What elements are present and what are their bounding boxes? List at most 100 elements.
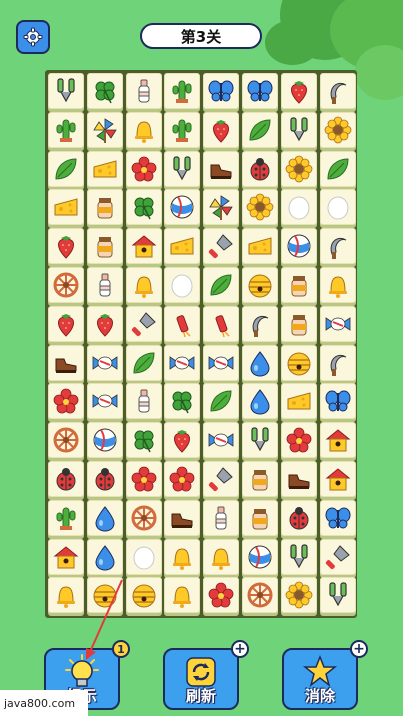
tile-bell[interactable] — [164, 577, 201, 614]
tile-cheese[interactable] — [164, 228, 201, 265]
tile-drop[interactable] — [86, 499, 123, 536]
tile-cactus[interactable] — [164, 73, 201, 109]
tile-candy[interactable] — [319, 305, 356, 342]
tile-egg[interactable] — [164, 267, 201, 303]
tile-butterfly[interactable] — [319, 383, 356, 420]
tile-clover[interactable] — [86, 73, 123, 109]
tile-beehive[interactable] — [280, 344, 317, 381]
eliminate-plus-badge[interactable]: + — [350, 640, 368, 658]
settings-button[interactable] — [16, 20, 50, 54]
tile-drop[interactable] — [242, 344, 278, 381]
tile-ball[interactable] — [86, 422, 123, 459]
tile-jar[interactable] — [280, 267, 317, 303]
tile-egg[interactable] — [319, 189, 356, 226]
tile-leaf[interactable] — [242, 111, 278, 148]
tile-bell[interactable] — [125, 111, 162, 148]
tile-shoe[interactable] — [164, 499, 201, 536]
tile-drop[interactable] — [242, 383, 278, 420]
tile-trowel[interactable] — [125, 305, 162, 342]
tile-firework[interactable] — [203, 305, 240, 342]
tile-flower[interactable] — [125, 461, 162, 497]
tile-ladybug[interactable] — [280, 499, 317, 536]
tile-ball[interactable] — [280, 228, 317, 265]
tile-clover[interactable] — [125, 189, 162, 226]
tile-jar[interactable] — [86, 189, 123, 226]
tile-cheese[interactable] — [280, 383, 317, 420]
tile-strawberry[interactable] — [203, 111, 240, 148]
tile-wheel[interactable] — [125, 499, 162, 536]
tile-bell[interactable] — [125, 267, 162, 303]
tile-butterfly[interactable] — [242, 73, 278, 109]
tile-birdhouse[interactable] — [125, 228, 162, 265]
tile-bell[interactable] — [203, 538, 240, 575]
tile-beehive[interactable] — [242, 267, 278, 303]
tile-egg[interactable] — [125, 538, 162, 575]
tile-strawberry[interactable] — [280, 73, 317, 109]
tile-ladybug[interactable] — [86, 461, 123, 497]
tile-candy[interactable] — [203, 344, 240, 381]
tile-candy[interactable] — [86, 344, 123, 381]
tile-shoe[interactable] — [203, 150, 240, 187]
tile-leaf[interactable] — [203, 267, 240, 303]
tile-candy[interactable] — [86, 383, 123, 420]
tile-pliers[interactable] — [242, 422, 278, 459]
tile-wheel[interactable] — [48, 422, 84, 459]
tile-flower[interactable] — [280, 422, 317, 459]
tile-egg[interactable] — [280, 189, 317, 226]
tile-flower[interactable] — [203, 577, 240, 614]
tile-sunflower[interactable] — [280, 577, 317, 614]
tile-pinwheel[interactable] — [203, 189, 240, 226]
tile-sunflower[interactable] — [242, 189, 278, 226]
tile-ball[interactable] — [164, 189, 201, 226]
tile-pliers[interactable] — [319, 577, 356, 614]
tile-jar[interactable] — [86, 228, 123, 265]
tile-cactus[interactable] — [48, 111, 84, 148]
tile-sickle[interactable] — [319, 344, 356, 381]
tile-clover[interactable] — [125, 422, 162, 459]
tile-cactus[interactable] — [48, 499, 84, 536]
tile-bottle[interactable] — [125, 383, 162, 420]
tile-bell[interactable] — [48, 577, 84, 614]
tile-trowel[interactable] — [203, 461, 240, 497]
tile-bottle[interactable] — [86, 267, 123, 303]
tile-leaf[interactable] — [319, 150, 356, 187]
refresh-button[interactable]: 刷新 — [163, 648, 239, 710]
tile-bottle[interactable] — [203, 499, 240, 536]
tile-beehive[interactable] — [86, 577, 123, 614]
tile-sickle[interactable] — [319, 228, 356, 265]
tile-sunflower[interactable] — [280, 150, 317, 187]
tile-cheese[interactable] — [242, 228, 278, 265]
tile-shoe[interactable] — [48, 344, 84, 381]
tile-strawberry[interactable] — [164, 422, 201, 459]
tile-cheese[interactable] — [48, 189, 84, 226]
refresh-plus-badge[interactable]: + — [231, 640, 249, 658]
tile-sickle[interactable] — [242, 305, 278, 342]
tile-jar[interactable] — [242, 499, 278, 536]
tile-cheese[interactable] — [86, 150, 123, 187]
tile-ladybug[interactable] — [48, 461, 84, 497]
tile-pliers[interactable] — [280, 538, 317, 575]
tile-drop[interactable] — [86, 538, 123, 575]
tile-cactus[interactable] — [164, 111, 201, 148]
tile-bell[interactable] — [319, 267, 356, 303]
tile-jar[interactable] — [242, 461, 278, 497]
tile-leaf[interactable] — [203, 383, 240, 420]
tile-trowel[interactable] — [203, 228, 240, 265]
tile-ball[interactable] — [242, 538, 278, 575]
tile-candy[interactable] — [203, 422, 240, 459]
tile-pinwheel[interactable] — [86, 111, 123, 148]
tile-pliers[interactable] — [48, 73, 84, 109]
tile-bell[interactable] — [164, 538, 201, 575]
tile-sunflower[interactable] — [319, 111, 356, 148]
tile-beehive[interactable] — [125, 577, 162, 614]
tile-ladybug[interactable] — [242, 150, 278, 187]
tile-candy[interactable] — [164, 344, 201, 381]
tile-leaf[interactable] — [125, 344, 162, 381]
tile-strawberry[interactable] — [86, 305, 123, 342]
tile-jar[interactable] — [280, 305, 317, 342]
tile-strawberry[interactable] — [48, 305, 84, 342]
tile-strawberry[interactable] — [48, 228, 84, 265]
tile-flower[interactable] — [125, 150, 162, 187]
tile-pliers[interactable] — [164, 150, 201, 187]
tile-flower[interactable] — [48, 383, 84, 420]
